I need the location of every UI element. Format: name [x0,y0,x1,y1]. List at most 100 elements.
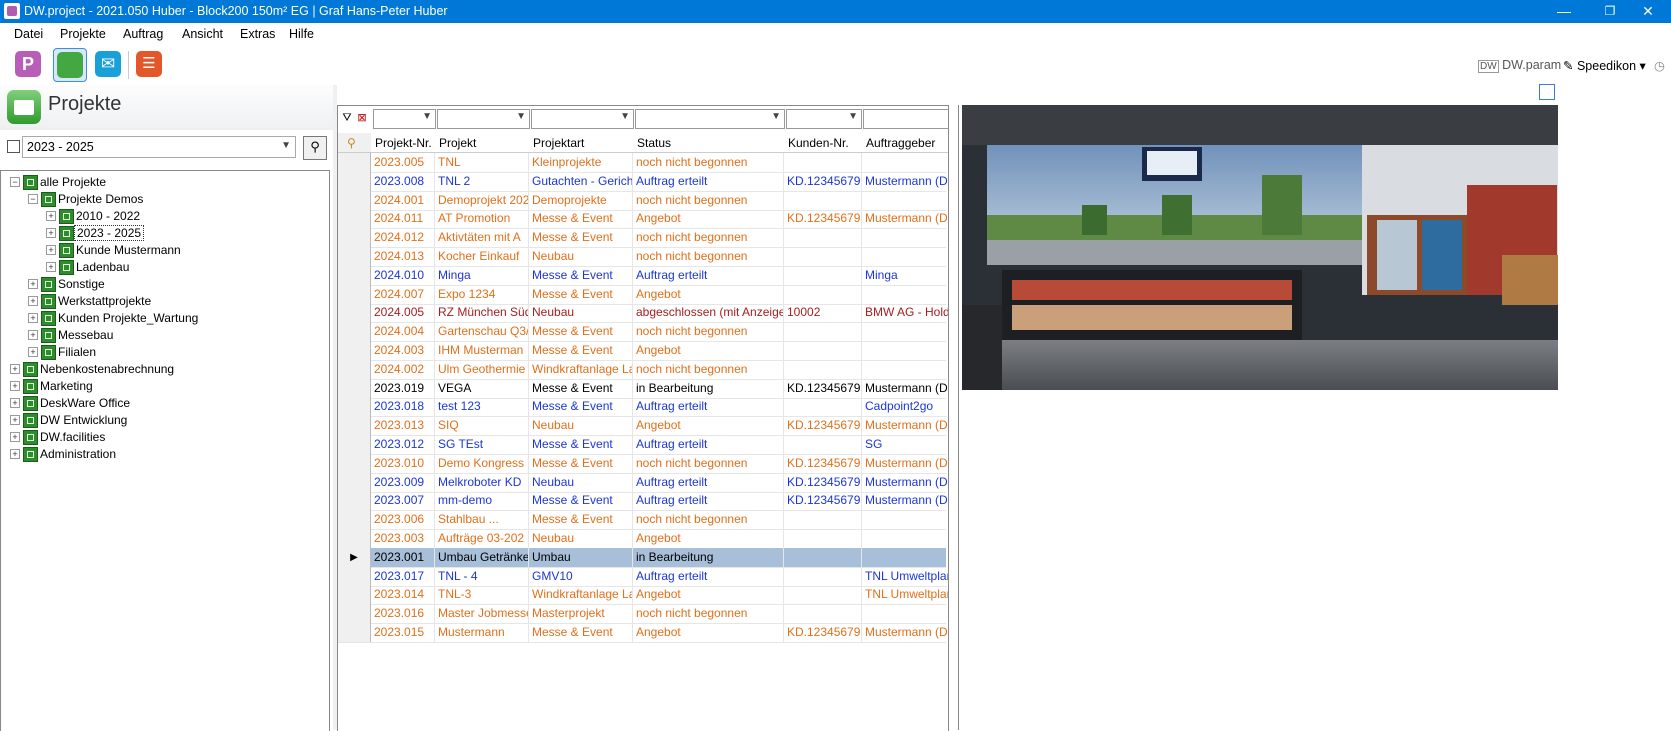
row-selector[interactable] [338,491,371,511]
col-auftraggeber[interactable]: Auftraggeber [862,133,948,153]
row-search-header[interactable]: ⚲ [338,133,372,153]
table-row[interactable]: ▶ 2023.001 Umbau Getränke Umbau in Bearbeitu… [338,547,946,568]
table-row[interactable]: 2023.015 Mustermann Messe & Event Angebot KD… [338,623,948,643]
row-selector[interactable] [338,416,371,436]
expand-toggle-icon[interactable]: + [10,364,20,374]
expand-toggle-icon[interactable]: + [46,245,56,255]
filter-auftraggeber[interactable] [863,109,948,129]
table-row[interactable]: 2024.005 RZ München Süd Neubau abgeschlosse… [338,303,948,324]
row-selector[interactable] [338,604,371,624]
row-selector[interactable] [338,378,371,398]
col-projektart[interactable]: Projektart [529,133,634,153]
filter-projektart[interactable]: ▼ [531,109,634,129]
expand-toggle-icon[interactable]: + [10,449,20,459]
menu-hilfe[interactable]: Hilfe [289,27,314,41]
table-row[interactable]: 2024.012 Aktivtäten mit A Messe & Event noc… [338,228,946,249]
row-selector[interactable] [338,397,371,417]
table-row[interactable]: 2024.011 AT Promotion Messe & Event Angebot… [338,209,948,230]
row-selector[interactable] [338,247,371,266]
row-selector[interactable]: ▶ [338,547,371,567]
filter-projekt[interactable]: ▼ [437,109,530,129]
expand-toggle-icon[interactable]: + [28,296,38,306]
close-button[interactable]: ✕ [1625,0,1671,23]
row-selector[interactable] [338,228,371,248]
row-selector[interactable] [338,284,371,304]
table-row[interactable]: 2023.008 TNL 2 Gutachten - Gerich Auftrag e… [338,171,948,192]
table-row[interactable]: 2023.009 Melkroboter KD Neubau Auftrag erte… [338,472,948,493]
table-row[interactable]: 2023.007 mm-demo Messe & Event Auftrag erte… [338,491,948,512]
row-selector[interactable] [338,265,371,285]
row-selector[interactable] [338,341,371,360]
table-row[interactable]: 2023.012 SG TEst Messe & Event Auftrag erte… [338,435,946,455]
filter-status[interactable]: ▼ [635,109,785,129]
row-selector[interactable] [338,153,371,172]
filter-checkbox[interactable] [7,140,20,153]
expand-toggle-icon[interactable]: + [28,330,38,340]
expand-toggle-icon[interactable]: − [28,194,38,204]
table-row[interactable]: 2023.013 SIQ Neubau Angebot KD.12345679 Muste… [338,416,948,437]
row-selector[interactable] [338,322,371,342]
expand-toggle-icon[interactable]: + [28,279,38,289]
menu-auftrag[interactable]: Auftrag [123,27,163,41]
row-selector[interactable] [338,566,371,586]
row-selector[interactable] [338,359,371,379]
filter-icon[interactable]: ⛛ [340,109,354,127]
row-selector[interactable] [338,303,371,323]
row-selector[interactable] [338,171,371,191]
year-select[interactable]: 2023 - 2025 ▼ [22,136,296,158]
panel-toggle-icon[interactable] [1539,84,1555,100]
table-row[interactable]: 2024.007 Expo 1234 Messe & Event Angebot [338,284,946,305]
row-selector[interactable] [338,209,371,229]
filter-projekt-nr[interactable]: ▼ [373,109,436,129]
col-projekt[interactable]: Projekt [435,133,530,153]
menu-ansicht[interactable]: Ansicht [182,27,223,41]
table-row[interactable]: 2024.004 Gartenschau Q3/Messe & Event noch… [338,322,946,343]
row-selector[interactable] [338,623,371,642]
menu-extras[interactable]: Extras [240,27,275,41]
table-row[interactable]: 2023.003 Aufträge 03-202 Neubau Angebot [338,529,946,549]
minimize-button[interactable]: — [1541,0,1587,23]
row-selector[interactable] [338,472,371,492]
table-row[interactable]: 2024.003 IHM Musterman Messe & Event Angebo… [338,341,946,361]
dw-param-button[interactable]: DW DW.param [1478,58,1561,73]
table-row[interactable]: 2023.014 TNL-3 Windkraftanlage La Angebot TN… [338,585,948,606]
project-p-button[interactable]: P [12,48,44,80]
mail-button[interactable]: ✉ [92,48,124,80]
expand-toggle-icon[interactable]: + [10,381,20,391]
expand-toggle-icon[interactable]: + [10,415,20,425]
table-row[interactable]: 2024.001 Demoprojekt 202 Demoprojekte noch … [338,190,946,211]
list-button[interactable]: ☰ [133,48,165,80]
row-selector[interactable] [338,529,371,548]
table-row[interactable]: 2023.019 VEGA Messe & Event in Bearbeitung K… [338,378,948,399]
table-row[interactable]: 2023.010 Demo Kongress Messe & Event noch n… [338,453,948,474]
filter-kunden-nr[interactable]: ▼ [786,109,862,129]
col-status[interactable]: Status [633,133,785,153]
table-row[interactable]: 2023.017 TNL - 4 GMV10 Auftrag erteilt TNL U… [338,566,948,587]
menu-projekte[interactable]: Projekte [60,27,106,41]
table-row[interactable]: 2024.010 Minga Messe & Event Auftrag erteil… [338,265,946,286]
expand-toggle-icon[interactable]: + [46,211,56,221]
row-selector[interactable] [338,585,371,605]
expand-toggle-icon[interactable]: + [28,347,38,357]
expand-toggle-icon[interactable]: + [10,398,20,408]
expand-toggle-icon[interactable]: + [46,228,56,238]
col-kunden-nr[interactable]: Kunden-Nr. [784,133,863,153]
table-row[interactable]: 2024.002 Ulm Geothermie Windkraftanlage La… [338,359,946,380]
search-button[interactable]: ⚲ [303,136,327,160]
menu-datei[interactable]: Datei [14,27,43,41]
table-row[interactable]: 2023.005 TNL Kleinprojekte noch nicht begon… [338,153,946,173]
table-row[interactable]: 2024.013 Kocher Einkauf Neubau noch nicht b… [338,247,946,267]
speedikon-button[interactable]: ✎ Speedikon ▾ [1563,58,1646,73]
clear-filter-icon[interactable]: ⊠ [355,109,369,127]
row-selector[interactable] [338,435,371,454]
expand-toggle-icon[interactable]: + [46,262,56,272]
table-row[interactable]: 2023.018 test 123 Messe & Event Auftrag ert… [338,397,946,418]
row-selector[interactable] [338,453,371,473]
expand-toggle-icon[interactable]: + [10,432,20,442]
row-selector[interactable] [338,190,371,210]
table-row[interactable]: 2023.006 Stahlbau ... Messe & Event noch ni… [338,510,946,531]
expand-toggle-icon[interactable]: − [10,177,20,187]
expand-toggle-icon[interactable]: + [28,313,38,323]
projects-folder-button[interactable] [53,48,87,82]
table-row[interactable]: 2023.016 Master Jobmesse Masterprojekt noch… [338,604,946,625]
